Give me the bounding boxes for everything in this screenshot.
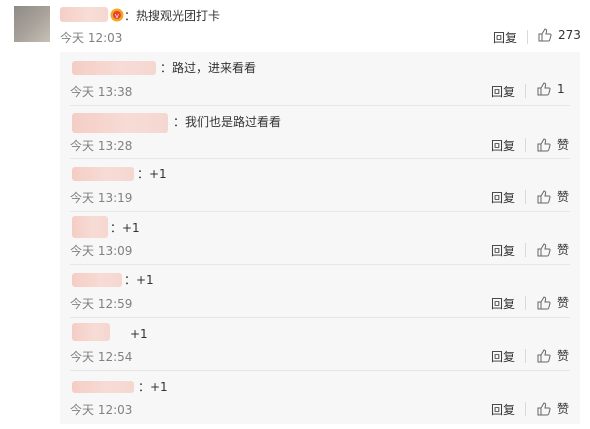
redacted-username[interactable] bbox=[60, 7, 108, 22]
reply-item: ：+1 今天 12:59 回复 赞 bbox=[60, 264, 580, 317]
comment-text: ：热搜观光团打卡 bbox=[124, 9, 221, 23]
thumbs-up-icon bbox=[537, 401, 551, 415]
like-label: 赞 bbox=[557, 402, 570, 416]
like-button[interactable]: 赞 bbox=[537, 241, 569, 258]
thumbs-up-icon bbox=[537, 295, 551, 309]
like-button[interactable]: 赞 bbox=[537, 294, 569, 311]
reply-item: ：+1 今天 13:19 回复 赞 bbox=[60, 158, 580, 211]
like-button[interactable]: 赞 bbox=[537, 347, 569, 364]
like-label: 赞 bbox=[557, 349, 570, 363]
action-divider bbox=[525, 349, 526, 363]
avatar[interactable] bbox=[14, 6, 50, 42]
vip-badge-icon: v bbox=[110, 8, 124, 22]
reply-text: ：+1 bbox=[137, 167, 167, 181]
reply-text: ：+1 bbox=[138, 380, 168, 394]
like-button[interactable]: 赞 bbox=[537, 188, 569, 205]
redacted-username[interactable] bbox=[72, 113, 168, 133]
reply-button[interactable]: 回复 bbox=[491, 348, 515, 365]
like-label: 赞 bbox=[557, 243, 570, 257]
action-divider bbox=[525, 138, 526, 152]
reply-item: ：我们也是路过看看 今天 13:28 回复 赞 bbox=[60, 105, 580, 158]
like-count: 273 bbox=[558, 28, 581, 42]
like-label: 赞 bbox=[557, 138, 570, 152]
reply-button[interactable]: 回复 bbox=[491, 242, 515, 259]
reply-text: +1 bbox=[130, 327, 148, 341]
like-label: 1 bbox=[557, 82, 565, 96]
action-divider bbox=[527, 30, 528, 44]
action-divider bbox=[525, 402, 526, 416]
main-comment: v ：热搜观光团打卡 今天 12:03 回复 273 bbox=[0, 0, 590, 52]
reply-item: ：路过，进来看看 今天 13:38 回复 1 bbox=[60, 52, 580, 105]
redacted-username[interactable] bbox=[72, 323, 110, 341]
like-button[interactable]: 1 bbox=[537, 82, 565, 96]
reply-text: ：+1 bbox=[110, 221, 140, 235]
thumbs-up-icon bbox=[537, 189, 551, 203]
reply-time: 今天 12:59 bbox=[70, 297, 133, 311]
reply-time: 今天 13:28 bbox=[70, 139, 133, 153]
reply-time: 今天 12:54 bbox=[70, 350, 133, 364]
reply-item: ：+1 今天 13:09 回复 赞 bbox=[60, 211, 580, 264]
svg-text:v: v bbox=[115, 12, 119, 20]
reply-button[interactable]: 回复 bbox=[491, 295, 515, 312]
replies-panel: ：路过，进来看看 今天 13:38 回复 1 ：我们也是路过看看 今天 13:2… bbox=[60, 52, 580, 424]
action-divider bbox=[525, 296, 526, 310]
thumbs-up-icon bbox=[537, 137, 551, 151]
redacted-username[interactable] bbox=[72, 216, 108, 238]
comment-time: 今天 12:03 bbox=[60, 31, 123, 45]
redacted-username[interactable] bbox=[72, 273, 122, 287]
like-button[interactable]: 赞 bbox=[537, 400, 569, 417]
reply-text: ：我们也是路过看看 bbox=[173, 115, 282, 129]
reply-item: ：+1 今天 12:03 回复 赞 bbox=[60, 370, 580, 424]
like-button[interactable]: 273 bbox=[538, 28, 581, 42]
reply-button[interactable]: 回复 bbox=[493, 29, 517, 46]
reply-time: 今天 12:03 bbox=[70, 403, 133, 417]
reply-button[interactable]: 回复 bbox=[491, 137, 515, 154]
reply-time: 今天 13:38 bbox=[70, 85, 133, 99]
reply-item: +1 今天 12:54 回复 赞 bbox=[60, 317, 580, 370]
action-divider bbox=[525, 243, 526, 257]
redacted-username[interactable] bbox=[72, 381, 134, 393]
thumbs-up-icon bbox=[537, 348, 551, 362]
reply-button[interactable]: 回复 bbox=[491, 401, 515, 418]
reply-button[interactable]: 回复 bbox=[491, 83, 515, 100]
like-label: 赞 bbox=[557, 190, 570, 204]
reply-text: ：+1 bbox=[124, 273, 154, 287]
action-divider bbox=[525, 190, 526, 204]
redacted-username[interactable] bbox=[72, 167, 134, 181]
like-label: 赞 bbox=[557, 296, 570, 310]
thumbs-up-icon bbox=[537, 82, 551, 96]
thumbs-up-icon bbox=[537, 242, 551, 256]
thumbs-up-icon bbox=[538, 28, 552, 42]
action-divider bbox=[525, 84, 526, 98]
reply-time: 今天 13:19 bbox=[70, 191, 133, 205]
redacted-username[interactable] bbox=[72, 61, 156, 75]
like-button[interactable]: 赞 bbox=[537, 136, 569, 153]
reply-text: ：路过，进来看看 bbox=[160, 61, 257, 75]
reply-button[interactable]: 回复 bbox=[491, 189, 515, 206]
reply-time: 今天 13:09 bbox=[70, 244, 133, 258]
